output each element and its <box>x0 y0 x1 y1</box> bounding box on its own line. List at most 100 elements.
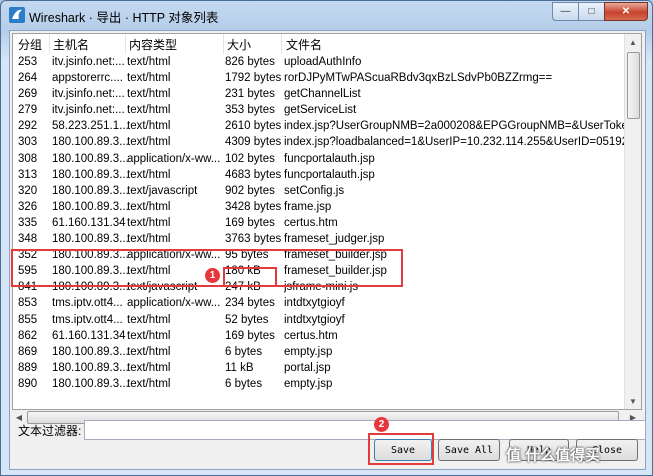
content-type-cell: text/html <box>127 120 171 133</box>
table-row[interactable]: 335 61.160.131.34 text/html 169 bytes certus… <box>13 215 625 231</box>
hostname-cell: 180.100.89.3... <box>52 152 129 165</box>
size-cell: 95 bytes <box>225 249 269 262</box>
packet-number-cell: 320 <box>18 184 38 197</box>
size-cell: 169 bytes <box>225 329 275 342</box>
close-window-button[interactable]: ✕ <box>604 2 648 21</box>
http-objects-table[interactable]: 分组 主机名 内容类型 大小 文件名 253 itv.jsinfo.net:...… <box>12 33 642 410</box>
content-type-cell: text/html <box>127 168 171 181</box>
column-header-packet[interactable]: 分组 <box>18 37 42 53</box>
table-row[interactable]: 853 tms.iptv.ott4... application/x-ww... 23… <box>13 295 625 311</box>
table-row[interactable]: 889 180.100.89.3... text/html 11 kB portal.j… <box>13 360 625 376</box>
filename-cell: empty.jsp <box>284 345 333 358</box>
column-header-filename[interactable]: 文件名 <box>286 37 322 53</box>
packet-number-cell: 313 <box>18 168 38 181</box>
content-type-cell: text/html <box>127 88 171 101</box>
table-row[interactable]: 279 itv.jsinfo.net:... text/html 353 bytes g… <box>13 102 625 118</box>
size-cell: 247 kB <box>225 281 261 294</box>
size-cell: 52 bytes <box>225 313 269 326</box>
watermark: 值 什么值得买 <box>506 447 601 464</box>
minimize-button[interactable]: — <box>552 2 579 21</box>
scroll-up-arrow-icon[interactable]: ▲ <box>625 34 641 50</box>
filename-cell: getChannelList <box>284 88 361 101</box>
size-cell: 169 bytes <box>225 216 275 229</box>
filename-cell: uploadAuthInfo <box>284 56 362 68</box>
size-cell: 353 bytes <box>225 104 275 117</box>
column-divider[interactable] <box>125 34 126 54</box>
column-divider[interactable] <box>223 34 224 54</box>
filename-cell: frameset_builder.jsp <box>284 249 387 262</box>
table-row[interactable]: 264 appstorerrc.... text/html 1792 bytes ror… <box>13 70 625 86</box>
table-row[interactable]: 269 itv.jsinfo.net:... text/html 231 bytes g… <box>13 86 625 102</box>
size-cell: 102 bytes <box>225 152 275 165</box>
size-cell: 1792 bytes <box>225 72 282 85</box>
window-title: Wireshark · 导出 · HTTP 对象列表 <box>29 11 219 25</box>
table-row[interactable]: 313 180.100.89.3... text/html 4683 bytes fun… <box>13 167 625 183</box>
content-type-cell: text/html <box>127 345 171 358</box>
content-type-cell: text/html <box>127 313 171 326</box>
size-cell: 826 bytes <box>225 56 275 68</box>
hostname-cell: 180.100.89.3... <box>52 184 129 197</box>
filename-cell: intdtxytgioyf <box>284 313 345 326</box>
packet-number-cell: 855 <box>18 313 38 326</box>
table-row[interactable]: 326 180.100.89.3... text/html 3428 bytes fra… <box>13 199 625 215</box>
column-divider[interactable] <box>49 34 50 54</box>
text-filter-input[interactable] <box>84 420 646 440</box>
table-row[interactable]: 841 180.100.89.3... text/javascript 247 kB j… <box>13 279 625 295</box>
packet-number-cell: 862 <box>18 329 38 342</box>
table-row[interactable]: 869 180.100.89.3... text/html 6 bytes empty.… <box>13 344 625 360</box>
dialog-client-area: 分组 主机名 内容类型 大小 文件名 253 itv.jsinfo.net:...… <box>9 30 646 470</box>
packet-number-cell: 292 <box>18 120 38 133</box>
filename-cell: empty.jsp <box>284 377 333 390</box>
vertical-scrollbar[interactable]: ▲ ▼ <box>624 34 641 409</box>
vertical-scroll-thumb[interactable] <box>627 52 640 119</box>
content-type-cell: text/html <box>127 56 171 68</box>
packet-number-cell: 264 <box>18 72 38 85</box>
packet-number-cell: 253 <box>18 56 38 68</box>
table-row[interactable]: 348 180.100.89.3... text/html 3763 bytes fra… <box>13 231 625 247</box>
column-header-size[interactable]: 大小 <box>227 37 251 53</box>
hostname-cell: 61.160.131.34 <box>52 216 126 229</box>
table-row[interactable]: 320 180.100.89.3... text/javascript 902 byt… <box>13 183 625 199</box>
table-row[interactable]: 303 180.100.89.3... text/html 4309 bytes ind… <box>13 134 628 150</box>
hostname-cell: 58.223.251.1... <box>52 120 129 133</box>
table-row[interactable]: 855 tms.iptv.ott4... text/html 52 bytes intd… <box>13 312 625 328</box>
content-type-cell: text/html <box>127 361 171 374</box>
scroll-down-arrow-icon[interactable]: ▼ <box>625 393 641 409</box>
content-type-cell: text/html <box>127 104 171 117</box>
content-type-cell: text/html <box>127 72 171 85</box>
size-cell: 6 bytes <box>225 377 263 390</box>
title-bar[interactable]: Wireshark · 导出 · HTTP 对象列表 — □ ✕ <box>1 1 652 29</box>
table-row[interactable]: 862 61.160.131.34 text/html 169 bytes certus… <box>13 328 625 344</box>
column-header-hostname[interactable]: 主机名 <box>53 37 89 53</box>
filename-cell: rorDJPyMTwPAScuaRBdv3qxBzLSdvPb0BZZrmg== <box>284 72 553 85</box>
content-type-cell: application/x-ww... <box>127 152 221 165</box>
table-row[interactable]: 308 180.100.89.3... application/x-ww... 102… <box>13 151 625 167</box>
size-cell: 3428 bytes <box>225 200 282 213</box>
content-type-cell: text/html <box>127 136 171 149</box>
table-row[interactable]: 595 180.100.89.3... text/html 180 kB framese… <box>13 263 625 279</box>
table-row[interactable]: 253 itv.jsinfo.net:... text/html 826 bytes u… <box>13 54 625 70</box>
column-divider[interactable] <box>281 34 282 54</box>
table-row[interactable]: 890 180.100.89.3... text/html 6 bytes empty.… <box>13 376 625 392</box>
maximize-icon: □ <box>588 6 595 17</box>
column-header-content-type[interactable]: 内容类型 <box>129 37 177 53</box>
content-type-cell: text/html <box>127 377 171 390</box>
save-all-button[interactable]: Save All <box>438 439 500 461</box>
maximize-button[interactable]: □ <box>578 2 605 21</box>
table-row[interactable]: 292 58.223.251.1... text/html 2610 bytes ind… <box>13 118 628 134</box>
table-row[interactable]: 352 180.100.89.3... application/x-ww... 95 … <box>13 247 625 263</box>
filename-cell: intdtxytgioyf <box>284 297 345 310</box>
size-cell: 902 bytes <box>225 184 275 197</box>
content-type-cell: application/x-ww... <box>127 249 221 262</box>
hostname-cell: 180.100.89.3... <box>52 345 129 358</box>
hostname-cell: 180.100.89.3... <box>52 200 129 213</box>
save-button[interactable]: Save <box>374 439 432 461</box>
filename-cell: jsframe-mini.js <box>284 281 359 294</box>
hostname-cell: tms.iptv.ott4... <box>52 297 123 310</box>
filename-cell: certus.htm <box>284 216 338 229</box>
packet-number-cell: 348 <box>18 233 38 246</box>
filename-cell: funcportalauth.jsp <box>284 168 375 181</box>
content-type-cell: text/html <box>127 200 171 213</box>
content-type-cell: text/html <box>127 233 171 246</box>
content-type-cell: application/x-ww... <box>127 297 221 310</box>
